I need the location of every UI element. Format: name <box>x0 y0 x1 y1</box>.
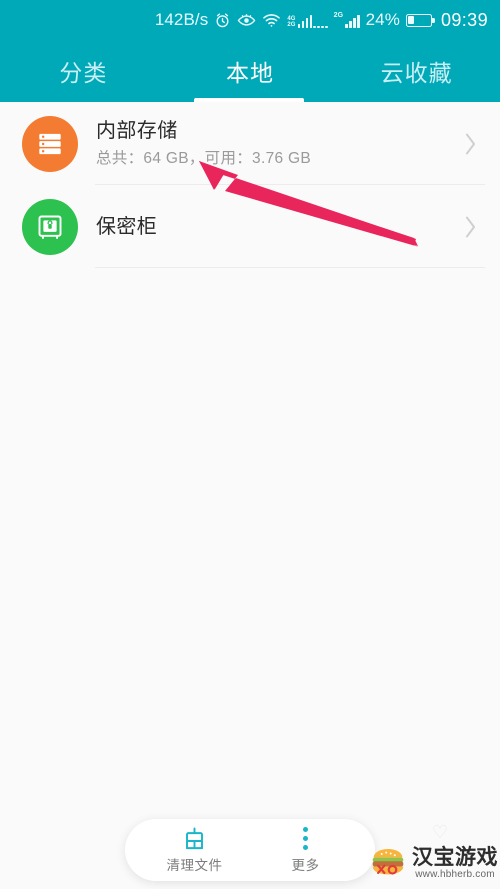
storage-list: 内部存储 总共：64 GB，可用：3.76 GB 保密柜 <box>0 102 500 268</box>
watermark-url: www.hbherb.com <box>415 868 495 880</box>
broom-icon <box>182 825 207 851</box>
tab-categories-label: 分类 <box>59 60 108 86</box>
watermark: 汉宝游戏 www.hbherb.com <box>368 845 498 881</box>
list-item-safe-box[interactable]: 保密柜 <box>0 185 500 268</box>
burger-logo-icon <box>372 849 404 875</box>
alarm-icon <box>214 12 231 29</box>
signal-bars-sim2 <box>345 14 360 28</box>
bottom-action-bar: 清理文件 更多 <box>125 818 375 881</box>
list-divider <box>95 267 485 268</box>
signal-dots-secondary <box>313 21 328 28</box>
signal-4g-label-bottom: 2G <box>287 22 296 28</box>
signal-2g-label: 2G <box>333 12 344 19</box>
eye-icon <box>237 13 256 28</box>
bottom-item-clean-files[interactable]: 清理文件 <box>150 825 240 874</box>
wifi-icon <box>262 13 281 28</box>
bottom-item-more[interactable]: 更多 <box>261 825 351 874</box>
status-bar: 142B/s 4G 2G 2G 24% 09:39 <box>0 0 500 40</box>
chevron-right-icon <box>463 214 478 240</box>
signal-4g-icon: 4G 2G <box>287 12 328 28</box>
signal-bars-primary <box>297 14 313 28</box>
signal-2g-icon: 2G <box>334 12 360 28</box>
status-bar-right-group: 142B/s 4G 2G 2G 24% 09:39 <box>155 10 488 31</box>
safe-lock-icon <box>22 198 78 255</box>
tab-bar: 分类 本地 云收藏 <box>0 40 500 102</box>
tab-local[interactable]: 本地 <box>167 40 334 102</box>
more-vertical-icon <box>303 825 308 851</box>
list-item-internal-storage-body: 内部存储 总共：64 GB，可用：3.76 GB <box>96 118 453 169</box>
bottom-item-clean-files-label: 清理文件 <box>166 858 223 873</box>
network-speed-text: 142B/s <box>154 10 209 29</box>
clock-text: 09:39 <box>440 9 488 30</box>
bottom-item-more-label: 更多 <box>291 858 320 873</box>
tab-cloud-favorites[interactable]: 云收藏 <box>333 40 500 102</box>
list-item-internal-storage-subtitle: 总共：64 GB，可用：3.76 GB <box>96 150 312 167</box>
ghost-heart-icon: ♡ <box>431 822 448 842</box>
chevron-right-icon <box>463 131 478 157</box>
list-item-internal-storage-title: 内部存储 <box>96 120 178 142</box>
list-item-safe-box-title: 保密柜 <box>96 215 158 238</box>
storage-icon <box>22 115 78 172</box>
watermark-text: 汉宝游戏 www.hbherb.com <box>412 847 498 880</box>
watermark-title: 汉宝游戏 <box>412 845 498 869</box>
list-item-safe-box-body: 保密柜 <box>96 214 453 240</box>
battery-percent-text: 24% <box>365 10 400 29</box>
tab-cloud-favorites-label: 云收藏 <box>380 60 453 86</box>
battery-icon <box>405 13 435 27</box>
tab-categories[interactable]: 分类 <box>0 40 167 102</box>
list-item-internal-storage[interactable]: 内部存储 总共：64 GB，可用：3.76 GB <box>0 102 500 185</box>
tab-local-label: 本地 <box>226 60 274 86</box>
